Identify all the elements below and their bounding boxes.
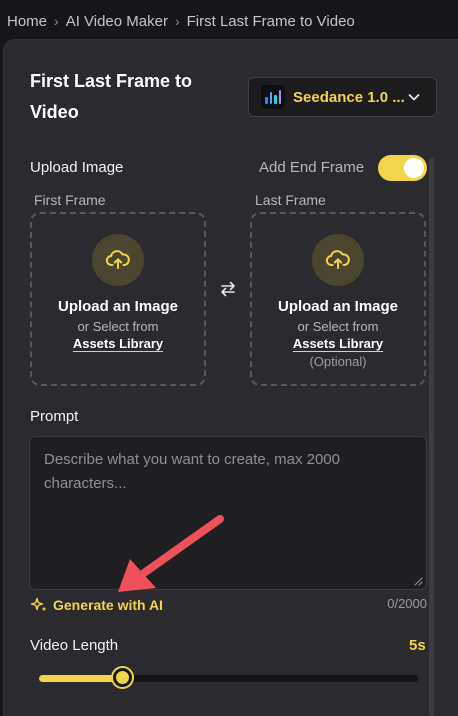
breadcrumb: Home › AI Video Maker › First Last Frame… [7,11,355,31]
breadcrumb-ai-video-maker[interactable]: AI Video Maker [66,13,168,30]
breadcrumb-home[interactable]: Home [7,13,47,30]
generate-with-ai-label: Generate with AI [53,597,163,613]
breadcrumb-separator: › [54,13,59,29]
last-frame-upload[interactable]: Upload an Image or Select from Assets Li… [250,212,426,386]
breadcrumb-separator: › [174,13,180,29]
breadcrumb-current: First Last Frame to Video [186,12,355,30]
add-end-frame-label: Add End Frame [259,159,365,176]
prompt-label: Prompt [30,408,79,425]
swap-icon[interactable] [219,280,237,298]
assets-library-link[interactable]: Assets Library [293,336,383,351]
video-length-label: Video Length [30,637,119,654]
first-frame-label: First Frame [34,192,106,208]
assets-library-link[interactable]: Assets Library [73,336,163,351]
upload-title: Upload an Image [277,298,399,315]
prompt-placeholder: Describe what you want to create, max 20… [44,451,340,492]
upload-or-text: or Select from [297,319,379,334]
sparkle-icon [30,597,47,612]
resize-handle-icon[interactable] [414,577,423,586]
upload-image-label: Upload Image [30,159,124,176]
toggle-knob [404,158,424,178]
model-dropdown[interactable]: Seedance 1.0 ... [248,77,437,117]
seedance-logo-icon [261,85,285,109]
first-frame-upload[interactable]: Upload an Image or Select from Assets Li… [30,212,206,386]
upload-or-text: or Select from [77,319,159,334]
cloud-upload-icon [312,234,364,286]
chevron-down-icon [408,94,420,101]
upload-title: Upload an Image [57,298,179,315]
add-end-frame-toggle[interactable] [378,155,427,181]
optional-note: (Optional) [309,354,367,369]
cloud-upload-icon [92,234,144,286]
prompt-textarea[interactable]: Describe what you want to create, max 20… [29,436,427,590]
slider-fill [39,675,123,682]
page-title: First Last Frame to Video [30,71,193,122]
model-name: Seedance 1.0 ... [293,88,405,106]
character-counter: 0/2000 [387,596,427,611]
video-length-value: 5s [409,637,426,654]
video-length-slider[interactable] [39,675,418,682]
last-frame-label: Last Frame [255,192,326,208]
generate-with-ai-button[interactable]: Generate with AI [30,596,163,614]
scrollbar[interactable] [429,158,434,716]
